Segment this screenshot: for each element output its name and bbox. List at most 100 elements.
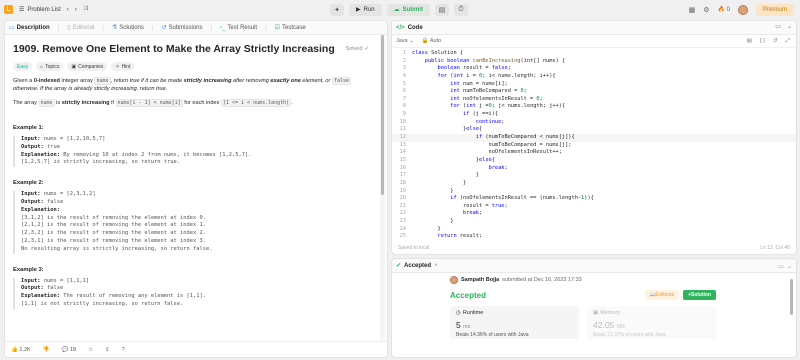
prev-problem-icon[interactable]: ‹ — [67, 7, 69, 13]
accepted-status: Accepted — [450, 290, 487, 300]
layout-icon[interactable]: ▦ — [689, 6, 696, 14]
run-button[interactable]: ▶ Run — [349, 3, 382, 16]
submission-result-panel: ✔ Accepted × ▭ ⌄ Sampath Bojja submitted… — [391, 258, 797, 358]
text: is — [54, 100, 62, 106]
problem-title[interactable]: 1909. Remove One Element to Make the Arr… — [13, 43, 335, 55]
explanation-text: The result of removing any element is [1… — [63, 293, 207, 300]
problem-list-link[interactable]: ☰ Problem List — [19, 6, 61, 14]
title-row: 1909. Remove One Element to Make the Arr… — [13, 43, 369, 55]
solution-button[interactable]: + Solution — [683, 290, 716, 300]
submitted-at: submitted at Dec 16, 2023 17:33 — [502, 277, 582, 283]
text: The array — [13, 100, 39, 106]
like-button[interactable]: 👍 1.2K — [11, 347, 31, 353]
settings-icon[interactable]: ⚙ — [703, 6, 709, 14]
example-line: Input: nums = [2,3,1,2] — [21, 191, 369, 199]
reset-icon[interactable]: ↺ — [773, 38, 778, 45]
description-panel: ▭ Description | ▯ Editorial | ⚗ Solution… — [4, 20, 388, 358]
tab-separator: | — [102, 24, 104, 31]
fire-streak[interactable]: 🔥 0 — [718, 6, 730, 13]
description-content: 1909. Remove One Element to Make the Arr… — [5, 35, 377, 341]
play-icon: ▶ — [356, 7, 361, 13]
submit-button[interactable]: ☁ Submit — [386, 3, 430, 16]
scrollbar-thumb[interactable] — [381, 35, 384, 195]
terminal-icon: ›_ — [220, 24, 226, 31]
input-label: Input: — [21, 191, 41, 198]
tab-test-result[interactable]: ›_ Test Result — [220, 25, 257, 31]
building-icon: ▣ — [71, 63, 77, 70]
check-circle-icon: ✓ — [364, 46, 369, 52]
stopwatch-icon[interactable]: ⏱ — [453, 3, 468, 16]
dislike-icon[interactable]: 👎 — [43, 347, 50, 353]
memory-label: Memory — [600, 310, 621, 316]
tab-editorial-label: Editorial — [72, 24, 95, 31]
tab-separator: | — [151, 24, 154, 31]
auto-toggle[interactable]: 🔒 Auto — [422, 38, 441, 44]
code-statusbar: Saved to local Ln 12, Col 40 — [392, 242, 796, 254]
code-editor[interactable]: 1 class Solution { 2 public boolean canBe… — [392, 50, 796, 242]
text: integer array — [59, 78, 95, 84]
description-scrollbar[interactable] — [380, 35, 385, 341]
input-value: nums = [2,3,1,2] — [43, 191, 96, 198]
star-icon[interactable]: ☆ — [88, 347, 93, 353]
code-panel-tools: ▭ ⌄ — [775, 23, 792, 30]
braces-icon[interactable]: { } — [760, 38, 765, 45]
text-italic: true — [129, 78, 140, 84]
next-problem-icon[interactable]: › — [75, 7, 77, 13]
premium-button[interactable]: Premium — [755, 3, 794, 16]
editorial-button[interactable]: 📖 Editorial — [644, 290, 680, 300]
share-icon[interactable]: ⇪ — [105, 347, 110, 353]
collapse-icon[interactable]: ⌄ — [787, 23, 792, 30]
text-bold: strictly increasing — [61, 100, 110, 106]
close-tab-icon[interactable]: × — [434, 263, 438, 269]
inline-code: nums — [38, 99, 55, 107]
hint-chip[interactable]: ✧ Hint — [111, 62, 135, 71]
top-navbar: L ☰ Problem List ‹ › ⤨ ✦ ▶ Run ☁ Submit … — [0, 0, 800, 19]
solution-label: Solution — [691, 292, 711, 298]
submitter-name[interactable]: Sampath Bojja — [461, 277, 499, 283]
companies-label: Companies — [78, 63, 104, 70]
tab-editorial[interactable]: ▯ Editorial — [67, 24, 95, 32]
output-value: false — [46, 285, 64, 292]
topics-chip[interactable]: ⌂ Topics — [36, 62, 64, 71]
text-italic: otherwise. If the array is already stric… — [13, 86, 157, 92]
companies-chip[interactable]: ▣ Companies — [67, 62, 108, 71]
chips-row: Easy ⌂ Topics ▣ Companies ✧ Hint — [13, 62, 369, 71]
help-icon[interactable]: ? — [122, 347, 125, 353]
tab-description[interactable]: ▭ Description — [9, 24, 50, 32]
inline-code: (1 <= i < nums.length) — [220, 99, 292, 107]
collapse-icon[interactable]: ⌄ — [787, 263, 792, 270]
explanation-label: Explanation: — [21, 293, 60, 300]
code-tabbar: </> Code — [392, 21, 796, 35]
cursor-position: Ln 12, Col 40 — [760, 245, 790, 251]
comment-count: 18 — [69, 346, 77, 353]
language-select[interactable]: Java ⌄ — [396, 38, 414, 44]
notes-icon[interactable]: ▤ — [434, 3, 449, 16]
inline-code: nums[i - 1] < nums[i] — [115, 99, 183, 107]
tab-accepted[interactable]: Accepted — [404, 263, 431, 269]
maximize-icon[interactable]: ▭ — [775, 23, 781, 30]
comments-button[interactable]: 💬 18 — [62, 347, 77, 353]
debug-icon[interactable]: ✦ — [330, 3, 344, 16]
notes-icon[interactable]: ▤ — [747, 38, 752, 45]
expand-icon[interactable]: ⤢ — [786, 38, 790, 45]
difficulty-badge: Easy — [13, 62, 33, 71]
shuffle-icon[interactable]: ⤨ — [83, 6, 88, 13]
tab-code[interactable]: Code — [408, 25, 423, 31]
explanation-text: By removing 10 at index 2 from nums, it … — [63, 151, 252, 158]
example-line: Output: false — [21, 285, 369, 293]
runtime-card[interactable]: ◷ Runtime 5 ms Beats 14.36% of users with… — [450, 306, 579, 339]
memory-card[interactable]: ▣ Memory 42.05 MB Beats 21.37% of users w… — [587, 306, 716, 339]
tab-testcase[interactable]: ☑ Testcase — [275, 24, 306, 32]
result-scrollbar[interactable] — [789, 273, 794, 355]
avatar[interactable] — [450, 276, 458, 284]
text: Given a — [13, 78, 34, 84]
scrollbar-thumb[interactable] — [790, 279, 793, 315]
runtime-unit: ms — [463, 324, 471, 330]
tab-submissions[interactable]: ↺ Submissions — [161, 24, 202, 32]
tab-solutions[interactable]: ⚗ Solutions — [112, 24, 144, 32]
document-icon: ▭ — [9, 25, 15, 31]
clock-icon: ◷ — [456, 310, 461, 316]
maximize-icon[interactable]: ▭ — [778, 263, 784, 270]
avatar[interactable] — [737, 4, 748, 15]
leetcode-logo-icon[interactable]: L — [4, 5, 13, 14]
